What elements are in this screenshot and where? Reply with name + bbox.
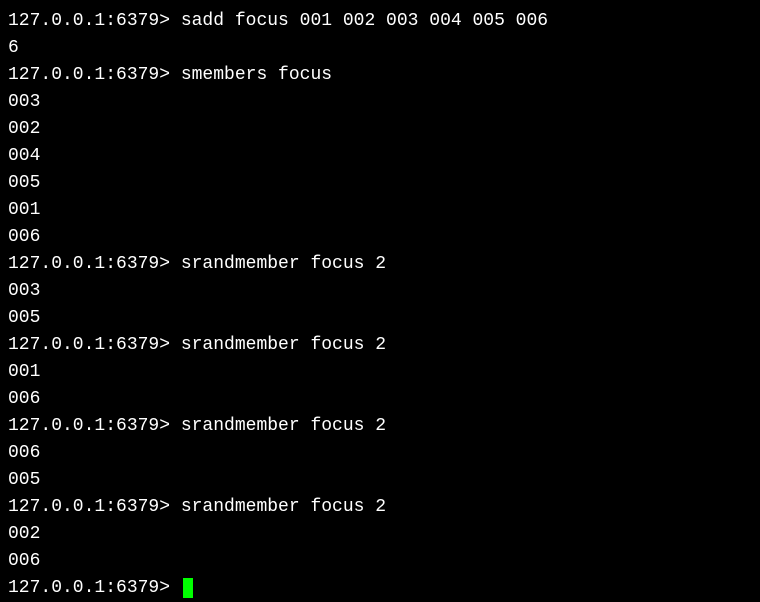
output-line: 003 <box>8 89 752 116</box>
output-line: 001 <box>8 359 752 386</box>
terminal-line: 127.0.0.1:6379> srandmember focus 2 <box>8 494 752 521</box>
command-text: smembers focus <box>181 65 332 85</box>
terminal-line: 127.0.0.1:6379> srandmember focus 2 <box>8 413 752 440</box>
output-line: 6 <box>8 35 752 62</box>
output-line: 003 <box>8 278 752 305</box>
output-line: 005 <box>8 305 752 332</box>
output-line: 006 <box>8 440 752 467</box>
output-line: 006 <box>8 386 752 413</box>
command-text: sadd focus 001 002 003 004 005 006 <box>181 11 548 31</box>
output-line: 001 <box>8 197 752 224</box>
prompt: 127.0.0.1:6379> <box>8 11 181 31</box>
command-text: srandmember focus 2 <box>181 416 386 436</box>
output-line: 002 <box>8 116 752 143</box>
prompt: 127.0.0.1:6379> <box>8 335 181 355</box>
prompt: 127.0.0.1:6379> <box>8 65 181 85</box>
command-text: srandmember focus 2 <box>181 254 386 274</box>
terminal-line: 127.0.0.1:6379> smembers focus <box>8 62 752 89</box>
prompt: 127.0.0.1:6379> <box>8 416 181 436</box>
command-text: srandmember focus 2 <box>181 497 386 517</box>
terminal-line: 127.0.0.1:6379> srandmember focus 2 <box>8 332 752 359</box>
prompt: 127.0.0.1:6379> <box>8 497 181 517</box>
output-line: 004 <box>8 143 752 170</box>
output-line: 006 <box>8 224 752 251</box>
output-line: 006 <box>8 548 752 575</box>
command-text: srandmember focus 2 <box>181 335 386 355</box>
terminal-line: 127.0.0.1:6379> srandmember focus 2 <box>8 251 752 278</box>
terminal-line: 127.0.0.1:6379> sadd focus 001 002 003 0… <box>8 8 752 35</box>
output-line: 002 <box>8 521 752 548</box>
prompt: 127.0.0.1:6379> <box>8 254 181 274</box>
cursor-icon <box>183 578 193 598</box>
output-line: 005 <box>8 467 752 494</box>
prompt: 127.0.0.1:6379> <box>8 578 181 598</box>
output-line: 005 <box>8 170 752 197</box>
terminal-line[interactable]: 127.0.0.1:6379> <box>8 575 752 602</box>
